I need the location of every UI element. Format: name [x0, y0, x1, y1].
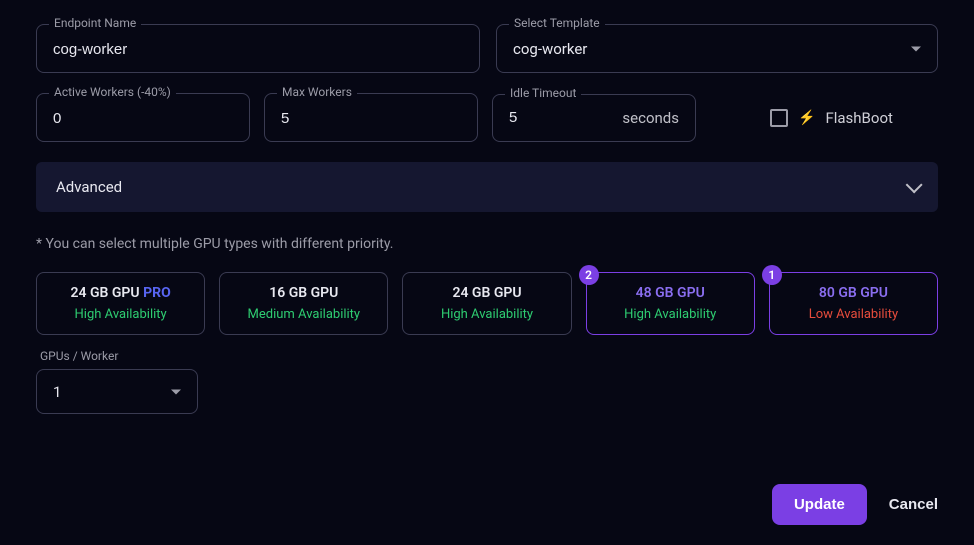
endpoint-name-input[interactable] [53, 41, 463, 58]
gpu-card-title: 16 GB GPU [228, 285, 379, 301]
update-button[interactable]: Update [772, 484, 867, 525]
gpu-card-row: 24 GB GPU PRO High Availability 16 GB GPU M… [36, 272, 938, 335]
bolt-icon: ⚡ [798, 110, 815, 126]
gpu-card-title: 24 GB GPU [411, 285, 562, 301]
max-workers-label: Max Workers [277, 85, 357, 99]
gpu-card[interactable]: 16 GB GPU Medium Availability [219, 272, 388, 335]
select-template-label: Select Template [509, 16, 605, 30]
gpus-per-worker-value: 1 [53, 383, 61, 401]
gpu-availability: Low Availability [778, 307, 929, 322]
cancel-button[interactable]: Cancel [889, 496, 938, 513]
idle-timeout-input[interactable] [509, 109, 622, 126]
idle-timeout-field[interactable]: Idle Timeout seconds [492, 94, 696, 142]
gpu-card-title: 48 GB GPU [595, 285, 746, 301]
endpoint-name-label: Endpoint Name [49, 16, 141, 30]
gpu-card-title: 24 GB GPU PRO [45, 285, 196, 301]
advanced-label: Advanced [56, 178, 122, 196]
gpu-card[interactable]: 248 GB GPUHigh Availability [586, 272, 755, 335]
endpoint-name-field[interactable]: Endpoint Name [36, 24, 480, 73]
flashboot-group: ⚡ FlashBoot [770, 109, 893, 127]
select-template-value: cog-worker [513, 40, 587, 58]
gpu-availability: High Availability [411, 307, 562, 322]
actions-row: Update Cancel [772, 484, 938, 525]
flashboot-checkbox[interactable] [770, 109, 788, 127]
max-workers-input[interactable] [281, 110, 461, 127]
advanced-toggle[interactable]: Advanced [36, 162, 938, 212]
gpus-per-worker-select[interactable]: 1 [36, 369, 198, 414]
pro-badge: PRO [140, 285, 171, 301]
gpu-helper-text: * You can select multiple GPU types with… [36, 236, 938, 252]
gpu-card-title: 80 GB GPU [778, 285, 929, 301]
gpu-card[interactable]: 24 GB GPU PRO High Availability [36, 272, 205, 335]
gpus-per-worker-label: GPUs / Worker [40, 349, 938, 363]
active-workers-label: Active Workers (-40%) [49, 85, 176, 99]
idle-timeout-label: Idle Timeout [505, 86, 581, 100]
priority-badge: 1 [762, 265, 782, 285]
flashboot-label: FlashBoot [825, 109, 892, 127]
gpu-card[interactable]: 24 GB GPU High Availability [402, 272, 571, 335]
priority-badge: 2 [579, 265, 599, 285]
active-workers-field[interactable]: Active Workers (-40%) [36, 93, 250, 142]
select-template-field[interactable]: Select Template cog-worker [496, 24, 938, 73]
active-workers-input[interactable] [53, 110, 233, 127]
caret-down-icon [911, 46, 921, 51]
gpu-card[interactable]: 180 GB GPULow Availability [769, 272, 938, 335]
caret-down-icon [171, 389, 181, 394]
gpu-availability: High Availability [595, 307, 746, 322]
chevron-down-icon [906, 176, 923, 193]
idle-timeout-unit: seconds [622, 109, 679, 127]
gpu-availability: Medium Availability [228, 307, 379, 322]
max-workers-field[interactable]: Max Workers [264, 93, 478, 142]
gpu-availability: High Availability [45, 307, 196, 322]
